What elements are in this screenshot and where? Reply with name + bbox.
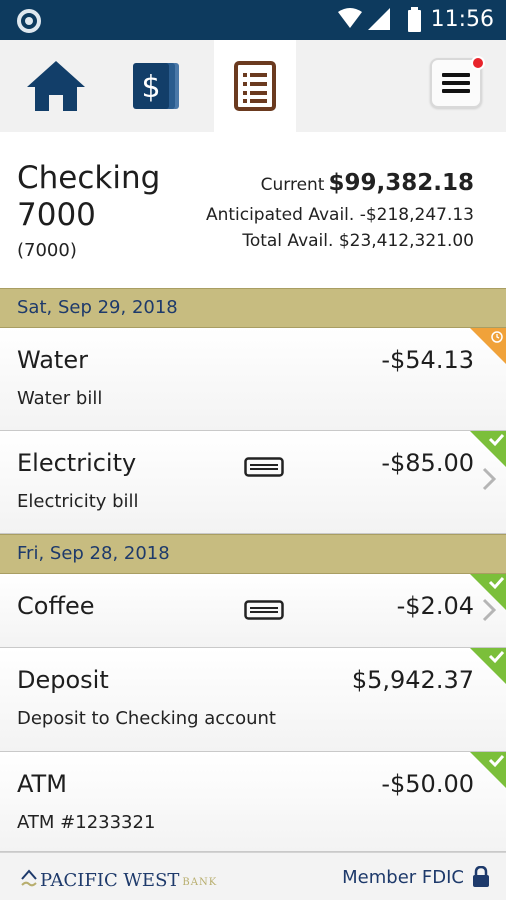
- transaction-name: Deposit: [17, 666, 109, 694]
- transaction-name: Electricity: [17, 449, 137, 477]
- anticipated-balance: Anticipated Avail. -$218,247.13: [206, 205, 474, 225]
- notification-badge: [471, 56, 485, 70]
- anticipated-balance-value: -$218,247.13: [359, 205, 474, 225]
- total-balance: Total Avail. $23,412,321.00: [242, 231, 474, 251]
- account-number: (7000): [17, 240, 77, 261]
- tab-accounts[interactable]: $: [116, 40, 196, 132]
- status-bar: 11:56: [0, 0, 506, 40]
- signal-icon: [368, 8, 390, 30]
- dollar-card-icon: $: [133, 63, 179, 109]
- transactions-list-icon: [234, 61, 276, 111]
- transaction-amount: -$85.00: [381, 449, 474, 477]
- transaction-row-coffee[interactable]: Coffee -$2.04: [0, 574, 506, 648]
- hamburger-menu-icon: [442, 73, 470, 93]
- logo-text: PACIFIC WEST: [40, 870, 180, 891]
- transaction-name: Coffee: [17, 592, 95, 620]
- transaction-description: Deposit to Checking account: [17, 708, 276, 729]
- footer: PACIFIC WEST BANK Member FDIC: [0, 852, 506, 900]
- cleared-check-icon: [470, 648, 506, 684]
- current-balance-label: Current: [260, 175, 325, 195]
- wifi-icon: [338, 8, 362, 28]
- transaction-row-deposit[interactable]: Deposit Deposit to Checking account $5,9…: [0, 648, 506, 752]
- transaction-row-water[interactable]: Water Water bill -$54.13: [0, 328, 506, 431]
- home-icon: [27, 61, 85, 111]
- cleared-check-icon: [470, 752, 506, 788]
- cleared-check-icon: [470, 574, 506, 610]
- notification-circle-icon: [17, 9, 41, 33]
- pending-clock-icon: [470, 328, 506, 364]
- tab-home[interactable]: [16, 40, 96, 132]
- status-time: 11:56: [430, 7, 494, 32]
- account-summary: Checking 7000 (7000) Current $99,382.18 A…: [0, 132, 506, 288]
- cleared-check-icon: [470, 431, 506, 467]
- bank-logo: PACIFIC WEST BANK: [20, 865, 217, 891]
- transaction-amount: -$2.04: [396, 592, 474, 620]
- date-header: Fri, Sep 28, 2018: [0, 534, 506, 574]
- date-header: Sat, Sep 29, 2018: [0, 288, 506, 328]
- transaction-description: Electricity bill: [17, 491, 139, 512]
- transaction-name: ATM: [17, 770, 67, 798]
- member-fdic-text: Member FDIC: [342, 866, 464, 888]
- transaction-description: ATM #1233321: [17, 812, 156, 833]
- transaction-row-electricity[interactable]: Electricity Electricity bill -$85.00: [0, 431, 506, 534]
- lock-icon: [473, 866, 489, 887]
- transaction-amount: -$50.00: [381, 770, 474, 798]
- card-icon: [244, 600, 284, 620]
- current-balance: Current $99,382.18: [261, 170, 474, 196]
- current-balance-value: $99,382.18: [328, 170, 474, 196]
- wave-logo-icon: [21, 869, 37, 887]
- account-name: Checking 7000: [17, 160, 161, 233]
- chevron-right-icon: [482, 467, 496, 491]
- transaction-row-atm[interactable]: ATM ATM #1233321 -$50.00: [0, 752, 506, 852]
- svg-text:$: $: [141, 70, 160, 105]
- status-icons: [338, 7, 421, 32]
- transaction-amount: $5,942.37: [351, 666, 474, 694]
- transaction-amount: -$54.13: [381, 346, 474, 374]
- card-icon: [244, 457, 284, 477]
- tab-transactions[interactable]: [214, 40, 296, 132]
- total-balance-value: $23,412,321.00: [338, 231, 474, 251]
- transaction-name: Water: [17, 346, 88, 374]
- anticipated-balance-label: Anticipated Avail.: [205, 205, 355, 225]
- total-balance-label: Total Avail.: [242, 231, 334, 251]
- battery-icon: [408, 7, 421, 32]
- top-nav: $: [0, 40, 506, 132]
- member-fdic: Member FDIC: [342, 866, 490, 888]
- transaction-description: Water bill: [17, 388, 103, 409]
- logo-suffix: BANK: [182, 877, 218, 888]
- menu-button[interactable]: [430, 56, 485, 108]
